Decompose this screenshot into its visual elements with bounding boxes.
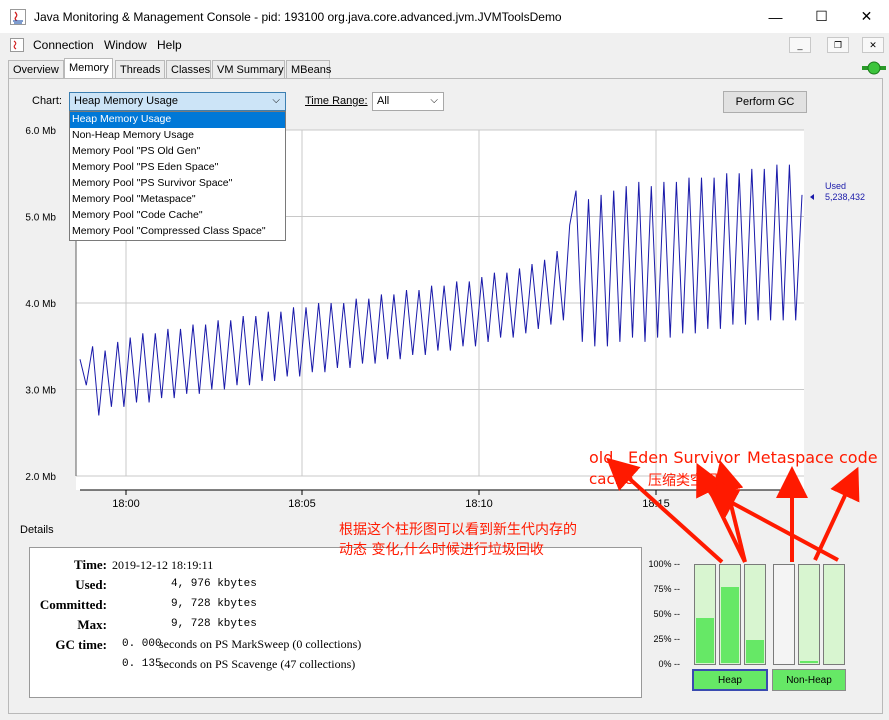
minimize-button[interactable]: — — [753, 0, 798, 33]
bar-fill — [800, 661, 818, 663]
bar-fill — [746, 639, 764, 663]
chevron-down-icon: ⌵ — [272, 95, 280, 106]
x-tick-label: 18:00 — [112, 498, 140, 510]
time-range-value: All — [377, 95, 390, 107]
chart-label: Chart: — [32, 95, 62, 107]
max-value: 9, 728 kbytes — [171, 618, 257, 630]
bar-fill — [696, 618, 714, 663]
menu-connection[interactable]: Connection — [33, 38, 94, 52]
bar-fill — [721, 587, 739, 663]
pct-label: 0% -- — [658, 659, 680, 669]
heap-button[interactable]: Heap — [692, 669, 768, 691]
dropdown-option[interactable]: Memory Pool "Code Cache" — [70, 208, 285, 224]
tab-vm-summary[interactable]: VM Summary — [212, 60, 285, 79]
chevron-down-icon: ⌵ — [430, 95, 438, 106]
old-gen-bar[interactable] — [694, 564, 716, 665]
code-cache-bar[interactable] — [798, 564, 820, 665]
annotation-note-line2: 动态 变化,什么时候进行垃圾回收 — [339, 542, 544, 558]
close-button[interactable]: ✕ — [844, 0, 889, 33]
gc-scavenge-text: seconds on PS Scavenge (47 collections) — [159, 657, 356, 671]
dropdown-option[interactable]: Memory Pool "Compressed Class Space" — [70, 224, 285, 240]
java-app-icon — [10, 9, 26, 25]
survivor-space-bar[interactable] — [744, 564, 766, 665]
dropdown-option[interactable]: Memory Pool "PS Survivor Space" — [70, 176, 285, 192]
chart-select[interactable]: Heap Memory Usage ⌵ — [69, 92, 286, 111]
x-tick-label: 18:10 — [465, 498, 493, 510]
window-title: Java Monitoring & Management Console - p… — [34, 10, 562, 24]
x-tick-label: 18:15 — [642, 498, 670, 510]
compressed-class-bar[interactable] — [823, 564, 845, 665]
annotation-code: code — [839, 448, 878, 467]
maximize-button[interactable]: ☐ — [799, 0, 844, 33]
menu-help[interactable]: Help — [157, 38, 182, 52]
gc-scavenge-time: 0. 135 — [122, 658, 162, 670]
tab-threads[interactable]: Threads — [115, 60, 165, 79]
tab-mbeans[interactable]: MBeans — [286, 60, 331, 79]
pct-label: 100% -- — [648, 559, 680, 569]
used-value: 4, 976 kbytes — [171, 578, 257, 590]
legend-used-value: 5,238,432 — [825, 192, 865, 202]
annotation-compressed-class: 压缩类空间 — [648, 473, 718, 489]
y-tick-label: 5.0 Mb — [25, 213, 56, 224]
metaspace-bar[interactable] — [773, 564, 795, 665]
annotation-eden-survivor: Eden Survivor — [628, 448, 740, 467]
used-label: Used: — [75, 577, 107, 592]
gc-marksweep-text: seconds on PS MarkSweep (0 collections) — [159, 637, 362, 651]
pct-label: 50% -- — [653, 609, 680, 619]
y-tick-label: 6.0 Mb — [25, 126, 56, 137]
y-tick-label: 4.0 Mb — [25, 299, 56, 310]
y-tick-label: 2.0 Mb — [25, 472, 56, 483]
dropdown-option[interactable]: Memory Pool "PS Old Gen" — [70, 144, 285, 160]
y-tick-label: 3.0 Mb — [25, 386, 56, 397]
time-range-label: Time Range: — [305, 95, 368, 107]
pct-label: 25% -- — [653, 634, 680, 644]
inner-minimize-button[interactable]: _ — [789, 37, 811, 53]
details-heading: Details — [20, 524, 54, 536]
document-icon — [10, 38, 24, 52]
non-heap-button[interactable]: Non-Heap — [772, 669, 846, 691]
annotation-old: old — [589, 448, 614, 467]
dropdown-option[interactable]: Memory Pool "Metaspace" — [70, 192, 285, 208]
connection-status-icon — [862, 61, 886, 75]
menu-window[interactable]: Window — [104, 38, 147, 52]
legend-marker-icon — [810, 194, 814, 200]
gc-marksweep-time: 0. 000 — [122, 638, 162, 650]
time-value: 2019-12-12 18:19:11 — [112, 558, 214, 572]
pct-label: 75% -- — [653, 584, 680, 594]
dropdown-option[interactable]: Memory Pool "PS Eden Space" — [70, 160, 285, 176]
gc-time-label: GC time: — [55, 637, 107, 652]
inner-close-button[interactable]: ✕ — [862, 37, 884, 53]
tab-classes[interactable]: Classes — [166, 60, 211, 79]
x-tick-label: 18:05 — [288, 498, 316, 510]
annotation-cache: cache — [589, 470, 634, 488]
eden-space-bar[interactable] — [719, 564, 741, 665]
chart-select-value: Heap Memory Usage — [74, 95, 178, 107]
max-label: Max: — [77, 617, 107, 632]
tab-memory[interactable]: Memory — [64, 58, 113, 79]
chart-dropdown-list: Heap Memory Usage Non-Heap Memory Usage … — [69, 111, 286, 241]
dropdown-option[interactable]: Heap Memory Usage — [70, 112, 285, 128]
inner-restore-button[interactable]: ❐ — [827, 37, 849, 53]
annotation-note-line1: 根据这个柱形图可以看到新生代内存的 — [339, 522, 577, 538]
committed-value: 9, 728 kbytes — [171, 598, 257, 610]
time-label: Time: — [74, 557, 107, 572]
annotation-metaspace: Metaspace — [747, 448, 834, 467]
dropdown-option[interactable]: Non-Heap Memory Usage — [70, 128, 285, 144]
time-range-select[interactable]: All ⌵ — [372, 92, 444, 111]
committed-label: Committed: — [39, 597, 107, 612]
tab-overview[interactable]: Overview — [8, 60, 64, 79]
legend-used-label: Used — [825, 181, 846, 191]
perform-gc-button[interactable]: Perform GC — [723, 91, 807, 113]
